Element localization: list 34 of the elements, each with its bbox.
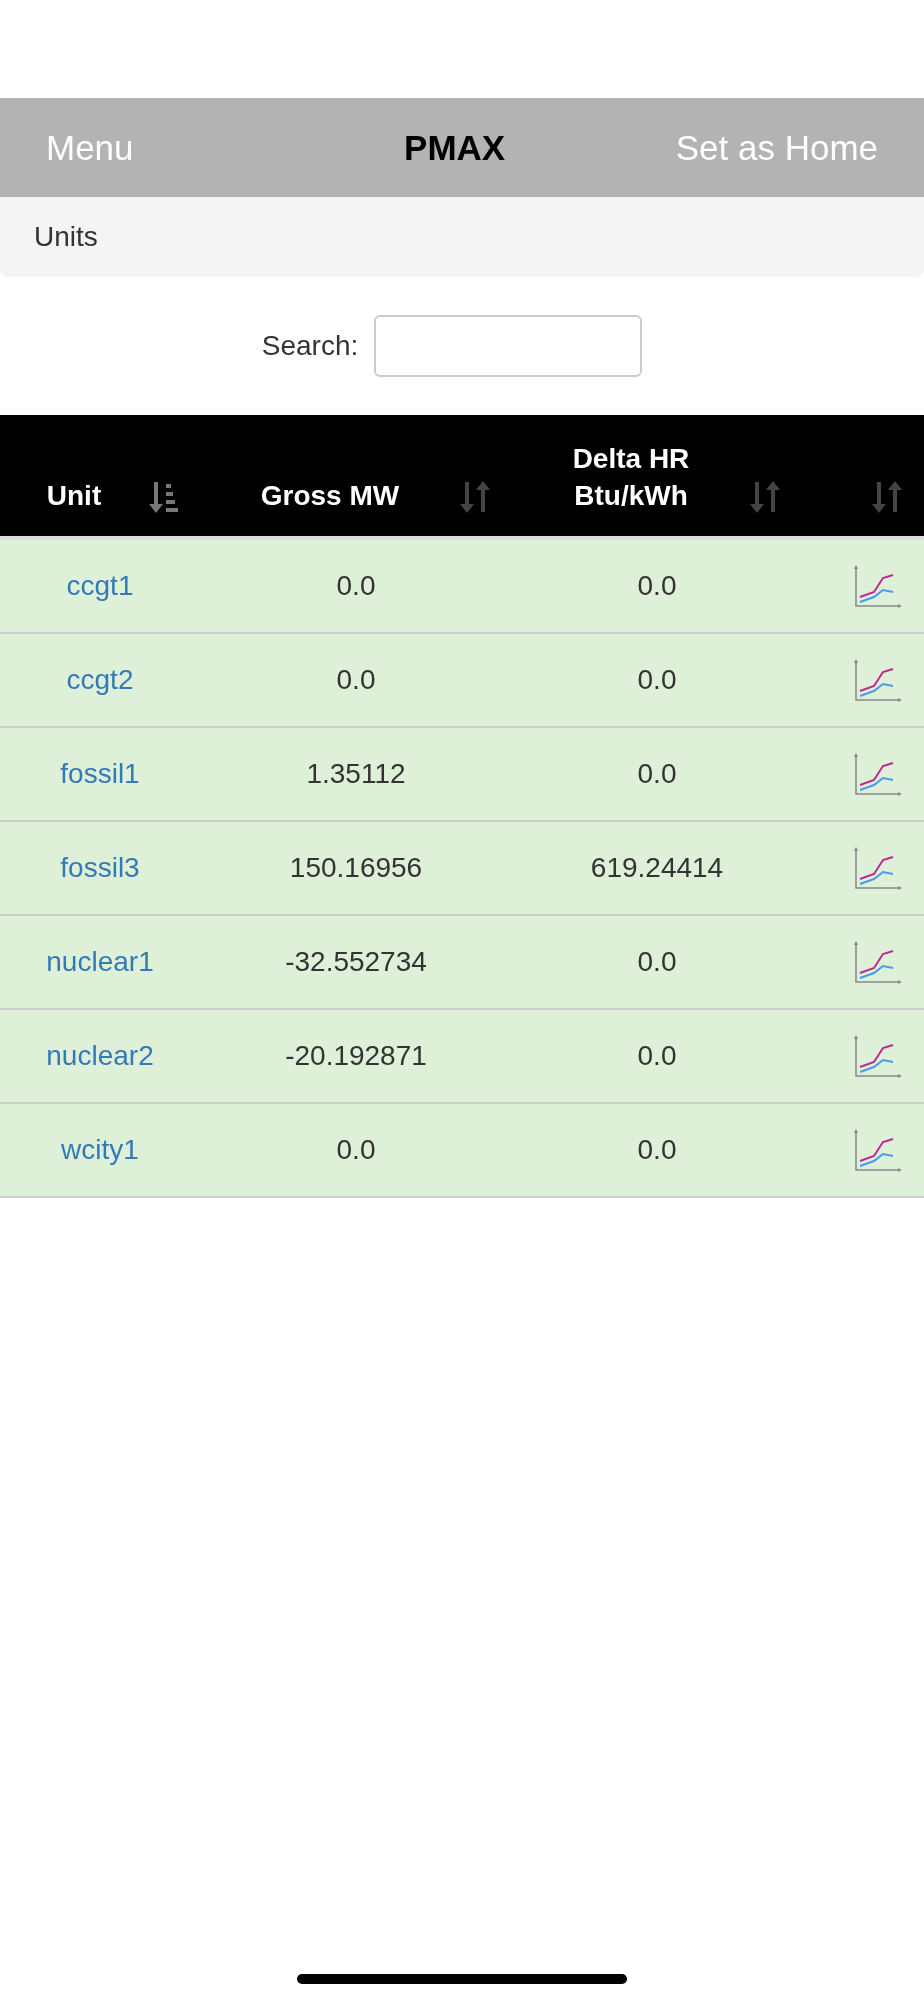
delta-hr-cell: 619.24414 <box>590 852 724 883</box>
gross-mw-cell: 0.0 <box>336 570 376 601</box>
unit-link[interactable]: ccgt2 <box>66 664 134 695</box>
sort-ascending-icon[interactable] <box>148 480 178 514</box>
gross-mw-cell: 150.16956 <box>289 852 423 883</box>
sort-icon[interactable] <box>460 480 490 514</box>
menu-link[interactable]: Menu <box>46 127 134 168</box>
search-label: Search: <box>261 330 359 362</box>
delta-hr-cell: 0.0 <box>637 758 677 789</box>
column-header[interactable]: Unit <box>46 477 102 514</box>
delta-hr-cell: 0.0 <box>637 1134 677 1165</box>
gross-mw-cell: 1.35112 <box>306 758 406 789</box>
search-field[interactable] <box>374 315 643 377</box>
column-header[interactable]: Gross MW <box>260 477 400 514</box>
unit-link[interactable]: fossil1 <box>60 758 140 789</box>
column-header[interactable]: Delta HR Btu/kWh <box>556 441 706 514</box>
delta-hr-cell: 0.0 <box>637 946 677 977</box>
unit-link[interactable]: nuclear1 <box>46 946 154 977</box>
gross-mw-cell: 0.0 <box>336 664 376 695</box>
delta-hr-cell: 0.0 <box>637 570 677 601</box>
unit-link[interactable]: ccgt1 <box>66 570 134 601</box>
unit-link[interactable]: nuclear2 <box>46 1040 154 1071</box>
delta-hr-cell: 0.0 <box>637 1040 677 1071</box>
gross-mw-cell: 0.0 <box>336 1134 376 1165</box>
delta-hr-cell: 0.0 <box>637 664 677 695</box>
unit-link[interactable]: fossil3 <box>60 852 140 883</box>
breadcrumb: Units <box>34 221 98 253</box>
sort-icon[interactable] <box>872 480 902 514</box>
gross-mw-cell: -20.192871 <box>285 1040 427 1071</box>
sort-icon[interactable] <box>750 480 780 514</box>
gross-mw-cell: -32.552734 <box>285 946 427 977</box>
set-as-home-link[interactable]: Set as Home <box>675 127 878 168</box>
unit-link[interactable]: wcity1 <box>61 1134 139 1165</box>
app-title: PMAX <box>404 127 506 168</box>
